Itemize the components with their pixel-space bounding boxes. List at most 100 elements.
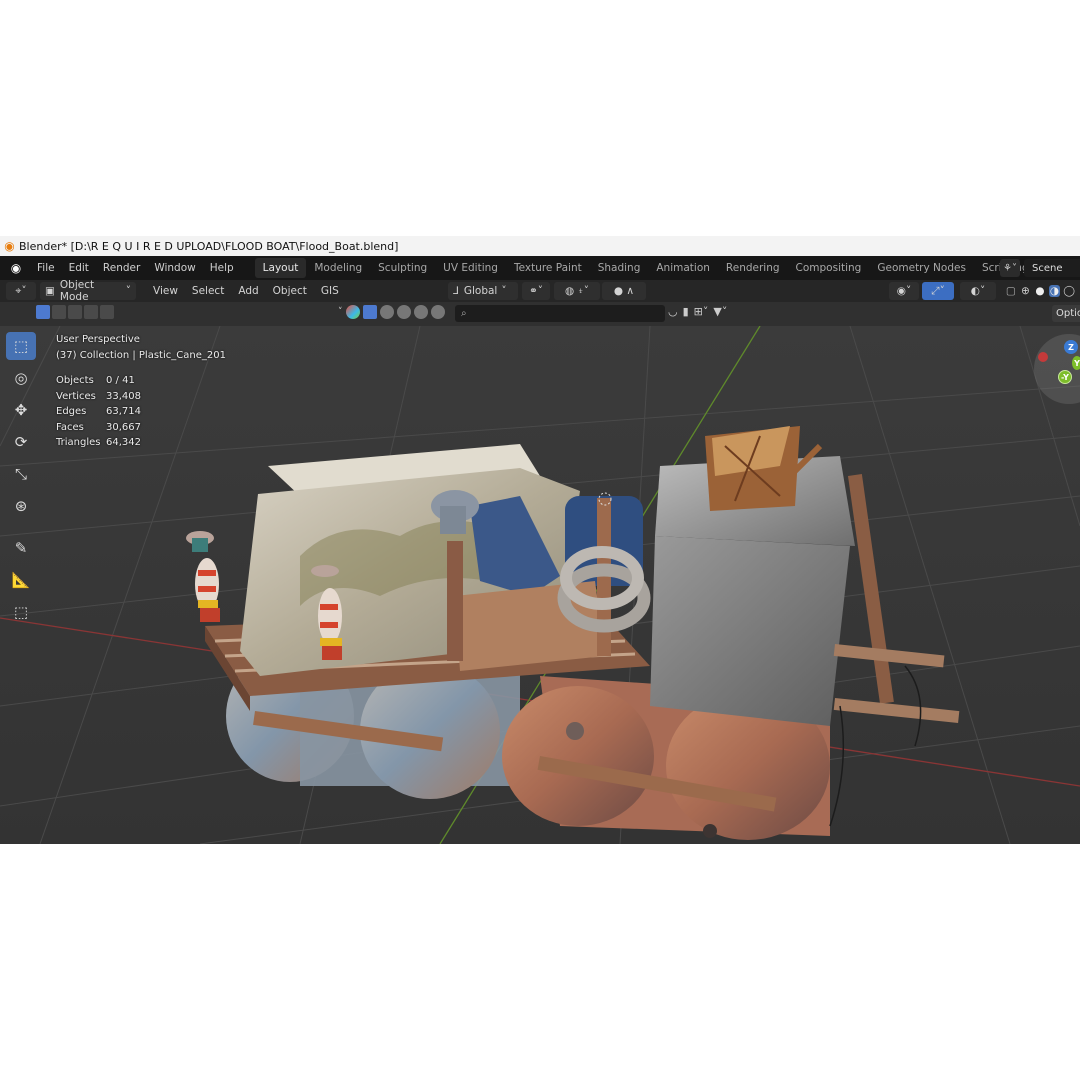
solid-shading-icon[interactable]: ● [1034,285,1046,297]
blender-window: ◉ File Edit Render Window Help Layout Mo… [0,256,1080,844]
light-filter-icon[interactable] [396,305,411,319]
search-icon: ⌕ [461,308,467,319]
stat-label: Objects [56,375,94,386]
object-mode-icon: ▣ [45,285,55,297]
mesh-filter-icon[interactable] [379,305,394,319]
tab-modeling[interactable]: Modeling [306,258,370,278]
chevron-down-icon[interactable]: ˅ [338,307,343,317]
menu-gis[interactable]: GIS [314,285,346,297]
scene-filter-icon[interactable] [430,305,445,319]
scale-icon[interactable]: ⤡ [6,460,36,488]
tab-geometry-nodes[interactable]: Geometry Nodes [869,258,974,278]
tab-sculpting[interactable]: Sculpting [370,258,435,278]
viewport-info-overlay: User Perspective (37) Collection | Plast… [56,332,226,451]
stat-label: Edges [56,406,87,417]
gizmo-x-axis-dot[interactable] [1038,352,1048,362]
rendered-shading-icon[interactable]: ◯ [1063,285,1075,297]
tool-shelf: ⬚ ◎ ✥ ⟳ ⤡ ⊛ ✎ 📐 ⬚ [6,332,40,626]
world-filter-icon[interactable] [413,305,428,319]
stat-value: 0 / 41 [106,375,135,386]
top-bar: ◉ File Edit Render Window Help Layout Mo… [0,256,1080,280]
visibility-icon[interactable]: ◉˅ [889,282,919,300]
editor-type-icon[interactable]: ⌖˅ [6,282,36,300]
xray-icon[interactable]: ▢ [1005,285,1017,297]
move-icon[interactable]: ✥ [6,396,36,424]
select-subtract-icon[interactable] [68,305,82,319]
chevron-down-icon: ˅ [501,285,507,297]
annotate-icon[interactable]: ✎ [6,534,36,562]
tab-shading[interactable]: Shading [590,258,649,278]
add-cube-icon[interactable]: ⬚ [6,598,36,626]
gizmo-z-axis[interactable]: Z [1064,340,1078,354]
rotate-icon[interactable]: ⟳ [6,428,36,456]
scene-icon[interactable]: ⚘˅ [1000,259,1020,277]
stat-value: 30,667 [106,421,141,433]
menu-view[interactable]: View [146,285,185,297]
tab-rendering[interactable]: Rendering [718,258,788,278]
menu-object[interactable]: Object [266,285,314,297]
overlay-toggle-icon[interactable]: ◐˅ [960,282,996,300]
barrel-cap [566,722,584,740]
3d-viewport[interactable]: ⬚ ◎ ✥ ⟳ ⤡ ⊛ ✎ 📐 ⬚ User Perspective (37) … [0,326,1080,844]
select-extend-icon[interactable] [52,305,66,319]
pivot-point-icon[interactable]: ⚭˅ [522,282,550,300]
transform-orientation-dropdown[interactable]: ⅃ Global ˅ [448,282,518,300]
stat-value: 64,342 [106,437,141,448]
scene-stats: Objects 0 / 41 Vertices 33,408 Edges 63,… [56,373,226,451]
collection-info: (37) Collection | Plastic_Cane_201 [56,350,226,361]
proportional-editing-icon[interactable]: ● ∧ [602,282,646,300]
tab-texture-paint[interactable]: Texture Paint [506,258,590,278]
filter-tools: ◡ ▮ ⊞˅ ▼˅ [668,305,727,318]
select-intersect-icon[interactable] [100,305,114,319]
blender-menu-icon[interactable]: ◉ [6,258,26,278]
tab-compositing[interactable]: Compositing [788,258,870,278]
gizmo-toggle-icon[interactable]: ⤢˅ [922,282,954,300]
gizmo-y-axis[interactable]: Y [1072,356,1080,370]
orientation-icon: ⅃ [453,285,459,297]
barrel[interactable] [502,686,654,826]
select-invert-icon[interactable] [84,305,98,319]
tool-settings-header: ˅ ⌕ ◡ ▮ ⊞˅ ▼˅ Optio [0,302,1080,326]
gizmo-neg-y-axis[interactable]: -Y [1058,370,1072,384]
wireframe-shading-icon[interactable]: ⊕ [1020,285,1032,297]
search-input[interactable]: ⌕ [455,305,665,322]
measure-icon[interactable]: 📐 [6,566,36,594]
hierarchy-icon[interactable]: ⊞˅ [694,305,709,318]
cursor-icon[interactable]: ◎ [6,364,36,392]
scene-selector[interactable]: ⚘˅ Scene [1000,258,1080,278]
orientation-label: Global [463,285,498,297]
material-shading-icon[interactable]: ◑ [1048,285,1061,297]
tab-uv-editing[interactable]: UV Editing [435,258,506,278]
filter-icon[interactable]: ▼˅ [713,305,727,318]
bottle-neck [440,506,466,534]
barrel-cap [703,824,717,838]
menu-edit[interactable]: Edit [62,262,96,274]
shading-modes: ▢ ⊕ ● ◑ ◯ [1000,282,1080,300]
object-filter-icon[interactable] [362,305,377,319]
tab-animation[interactable]: Animation [648,258,718,278]
menu-select[interactable]: Select [185,285,231,297]
stat-label: Vertices [56,390,96,402]
stat-label: Faces [56,421,84,433]
menu-render[interactable]: Render [96,262,147,274]
window-title-bar: ◉ Blender* [D:\R E Q U I R E D UPLOAD\FL… [0,236,1080,256]
stat-label: Triangles [56,437,101,448]
snap-icon[interactable]: ◍ ⍖˅ [554,282,600,300]
material-ball-icon[interactable] [345,305,360,319]
options-button[interactable]: Optio [1052,305,1080,322]
sync-icon[interactable]: ◡ [668,305,678,318]
menu-window[interactable]: Window [147,262,202,274]
select-box-icon[interactable]: ⬚ [6,332,36,360]
menu-add[interactable]: Add [231,285,265,297]
chevron-down-icon: ˅ [125,285,131,297]
tab-layout[interactable]: Layout [254,258,307,278]
metal-box[interactable] [650,536,850,726]
menu-file[interactable]: File [30,262,62,274]
transform-icon[interactable]: ⊛ [6,492,36,520]
menu-help[interactable]: Help [203,262,241,274]
bookmark-icon[interactable]: ▮ [683,305,689,318]
scene-name[interactable]: Scene [1024,259,1080,277]
selection-modes [36,305,114,319]
mode-dropdown[interactable]: ▣ Object Mode ˅ [40,279,136,303]
select-new-icon[interactable] [36,305,50,319]
